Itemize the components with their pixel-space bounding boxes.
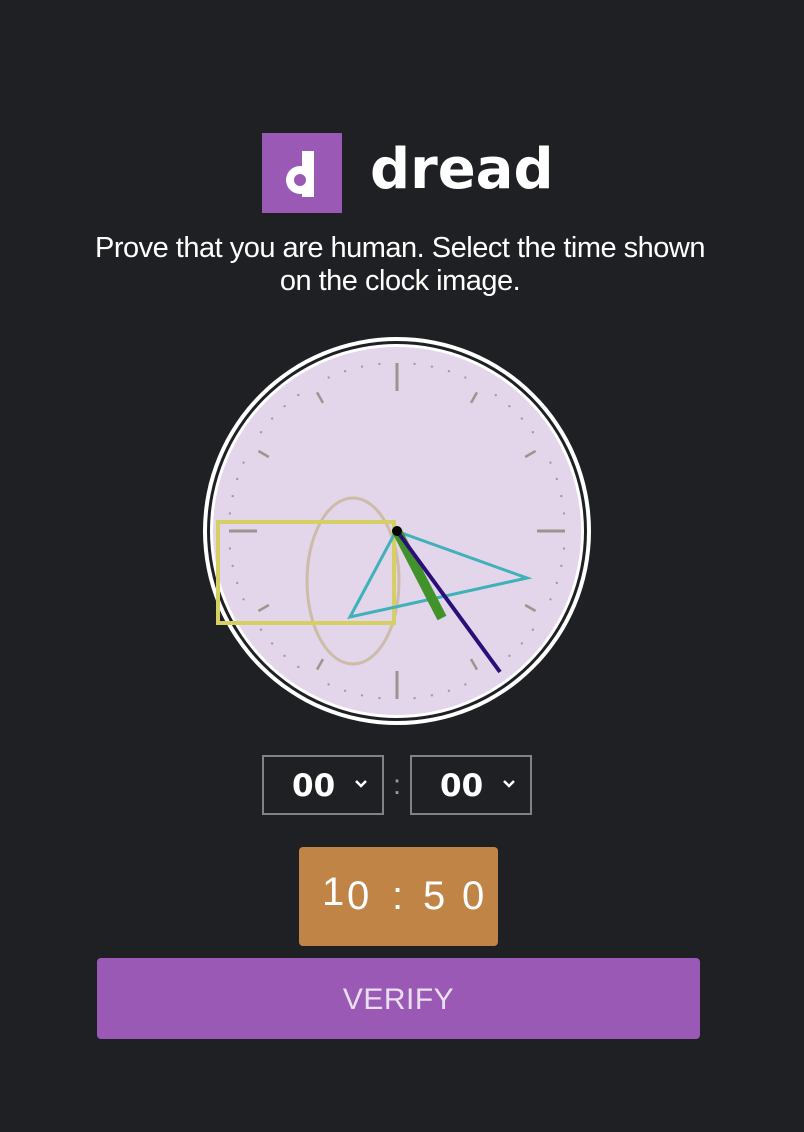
clock-minute-tick [360,694,364,697]
clock-minute-tick [531,628,535,631]
clock-minute-tick [560,564,563,568]
clock-minute-tick [562,547,566,550]
clock-minute-tick [343,689,347,692]
logo-d-glyph-icon [282,151,314,197]
clock-minute-tick [231,494,234,498]
clock-minute-tick [413,362,416,366]
clock-minute-tick [494,393,497,397]
clock-minute-tick [259,431,263,434]
clock-minute-tick [236,477,239,481]
clock-image [203,337,591,725]
clock-minute-tick [447,689,451,692]
clock-minute-tick [242,598,245,601]
clock-minute-tick [297,393,300,397]
clock-minute-tick [327,376,330,379]
clock-minute-tick [270,417,274,420]
clock-minute-tick [549,598,552,601]
clock-minute-tick [270,642,274,645]
captcha-char: 0 [462,874,484,918]
clock-minute-tick [508,404,511,408]
clock-minute-tick [531,431,535,434]
clock-minute-tick [236,581,239,585]
clock-minute-tick [378,696,381,700]
time-separator: : [393,769,401,800]
clock-minute-tick [228,512,232,515]
logo [262,133,342,213]
clock-minute-tick [447,370,451,373]
clock-minute-tick [283,404,286,408]
captcha-char: 5 [423,874,445,918]
clock-minute-tick [430,365,434,368]
minute-select-value: 00 [440,768,484,804]
captcha-char: : [392,874,403,918]
clock-minute-tick [555,477,558,481]
clock-minute-tick [464,376,467,379]
clock-minute-tick [231,564,234,568]
clock-minute-tick [520,642,524,645]
captcha-code-glyphs: 1 0 : 5 0 [322,870,484,918]
clock-minute-tick [464,683,467,686]
clock-minute-tick [430,694,434,697]
captcha-instructions: Prove that you are human. Select the tim… [94,232,706,297]
chevron-down-icon [503,780,515,788]
clock-minute-tick [360,365,364,368]
clock-minute-tick [228,547,232,550]
chevron-down-icon [355,780,367,788]
captcha-char: 0 [347,874,369,918]
clock-minute-tick [259,628,263,631]
captcha-code-image: 1 0 : 5 0 [299,847,498,946]
hour-select[interactable]: 00 [262,755,384,815]
clock-minute-tick [508,654,511,658]
header: dread [262,133,554,213]
clock-minute-tick [413,696,416,700]
clock-minute-tick [283,654,286,658]
minute-select[interactable]: 00 [410,755,532,815]
time-select-group: 00 : 00 [262,755,532,815]
hour-select-value: 00 [292,768,336,804]
clock-minute-tick [560,494,563,498]
verify-button[interactable]: VERIFY [97,958,700,1039]
clock-minute-tick [242,461,245,464]
clock-minute-tick [549,461,552,464]
clock-minute-tick [327,683,330,686]
clock-minute-tick [343,370,347,373]
clock-minute-tick [562,512,566,515]
brand-name: dread [370,137,554,202]
clock-minute-tick [378,362,381,366]
clock-minute-tick [555,581,558,585]
captcha-char: 1 [322,870,344,914]
clock-minute-tick [297,665,300,669]
clock-minute-tick [520,417,524,420]
